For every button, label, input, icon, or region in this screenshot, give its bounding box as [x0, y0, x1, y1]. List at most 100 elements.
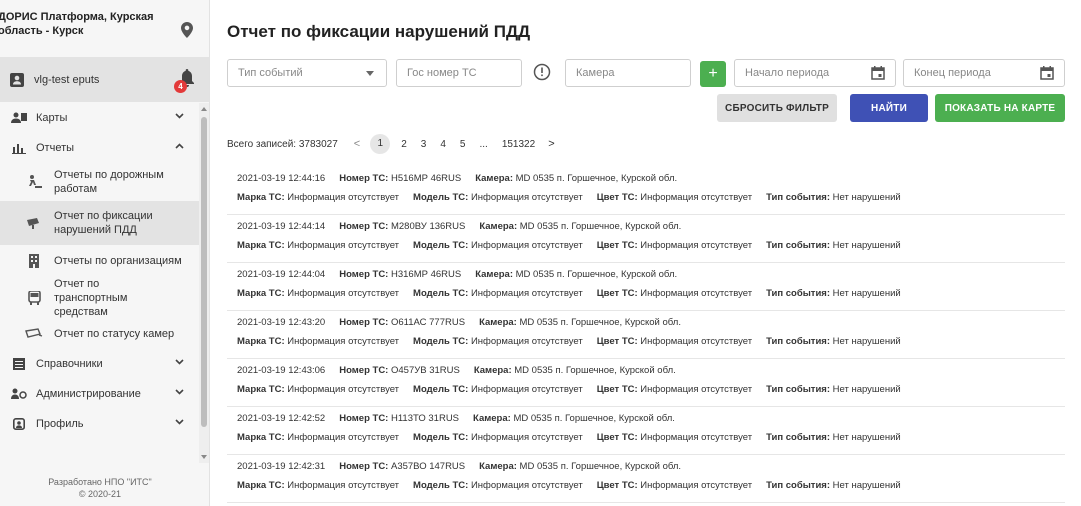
event-type-label: Тип события: — [766, 192, 831, 203]
sidebar-item-label: Отчеты — [36, 142, 75, 154]
scroll-down-arrow-icon[interactable] — [201, 455, 207, 459]
footer-developer: Разработано НПО "ИТС" — [48, 477, 152, 487]
camera-placeholder: Камера — [576, 67, 615, 79]
record-color: Информация отсутствует — [640, 288, 753, 299]
event-type-label: Тип события: — [766, 240, 831, 251]
map-pin-icon[interactable] — [181, 22, 193, 38]
record-datetime: 2021-03-19 12:43:06 — [237, 365, 326, 376]
page-button[interactable]: 5 — [460, 139, 466, 150]
period-start-input[interactable]: Начало периода — [734, 59, 896, 87]
scrollbar-thumb[interactable] — [201, 117, 207, 427]
record-model: Информация отсутствует — [470, 432, 583, 443]
page-button[interactable]: 1 — [370, 134, 391, 154]
record-event: Нет нарушений — [832, 480, 901, 491]
sidebar-item-road-works-reports[interactable]: Отчеты по дорожным работам — [0, 163, 200, 201]
record-brand: Информация отсутствует — [287, 288, 400, 299]
chevron-up-icon — [175, 143, 184, 149]
prev-page-button[interactable]: < — [354, 138, 360, 150]
brand-label: Марка ТС: — [237, 480, 285, 491]
record-camera: MD 0535 п. Горшечное, Курской обл. — [515, 269, 678, 280]
plate-label: Номер ТС: — [339, 269, 389, 280]
sidebar-item-label: Карты — [36, 112, 68, 124]
sidebar-item-reports[interactable]: Отчеты — [0, 133, 200, 163]
record-color: Информация отсутствует — [640, 480, 753, 491]
record-model: Информация отсутствует — [470, 480, 583, 491]
main-content: Отчет по фиксации нарушений ПДД Тип собы… — [210, 0, 1081, 506]
record-camera: MD 0535 п. Горшечное, Курской обл. — [519, 317, 681, 328]
record-color: Информация отсутствует — [640, 384, 753, 395]
sidebar-item-administration[interactable]: Администрирование — [0, 379, 200, 409]
find-button[interactable]: НАЙТИ — [850, 94, 928, 122]
camera-label: Камера: — [473, 365, 512, 376]
camera-label: Камера: — [479, 461, 517, 472]
color-label: Цвет ТС: — [596, 480, 638, 491]
color-label: Цвет ТС: — [596, 240, 638, 251]
sidebar-item-directories[interactable]: Справочники — [0, 349, 200, 379]
record-brand: Информация отсутствует — [287, 336, 400, 347]
record-color: Информация отсутствует — [640, 240, 753, 251]
user-row[interactable]: vlg-test eputs 4 — [0, 57, 209, 102]
list-item[interactable]: 2021-03-19 12:42:31 Номер ТС: А357ВО 147R… — [227, 455, 1065, 503]
event-type-select[interactable]: Тип событий — [227, 59, 387, 87]
add-camera-button[interactable]: + — [700, 61, 726, 87]
plate-number-input[interactable]: Гос номер ТС — [396, 59, 522, 87]
sidebar-item-profile[interactable]: Профиль — [0, 409, 200, 439]
scroll-up-arrow-icon[interactable] — [201, 107, 207, 111]
sidebar-scrollbar[interactable] — [199, 103, 209, 463]
sidebar-item-label: Отчет по статусу камер — [54, 328, 175, 340]
brand-title: ДОРИС Платформа, Курская область - Курск — [0, 11, 154, 37]
record-model: Информация отсутствует — [470, 384, 583, 395]
brand-label: Марка ТС: — [237, 288, 285, 299]
camera-input[interactable]: Камера — [565, 59, 691, 87]
show-on-map-button[interactable]: ПОКАЗАТЬ НА КАРТЕ — [935, 94, 1065, 122]
sidebar-item-maps[interactable]: Карты — [0, 103, 200, 133]
color-label: Цвет ТС: — [596, 336, 638, 347]
next-page-button[interactable]: > — [548, 138, 554, 150]
sidebar-item-vehicles-report[interactable]: Отчет по транспортным средствам — [0, 277, 200, 319]
list-item[interactable]: 2021-03-19 12:44:16 Номер ТС: Н516МР 46RU… — [227, 167, 1065, 215]
record-color: Информация отсутствует — [640, 336, 753, 347]
event-type-placeholder: Тип событий — [238, 67, 303, 79]
record-datetime: 2021-03-19 12:42:31 — [237, 461, 326, 472]
list-item[interactable]: 2021-03-19 12:43:06 Номер ТС: О457УВ 31RU… — [227, 359, 1065, 407]
record-datetime: 2021-03-19 12:44:14 — [237, 221, 326, 232]
list-item[interactable]: 2021-03-19 12:44:04 Номер ТС: Н316МР 46RU… — [227, 263, 1065, 311]
record-camera: MD 0535 п. Горшечное, Курской обл. — [515, 173, 678, 184]
dropdown-caret-icon — [366, 71, 374, 76]
period-end-placeholder: Конец периода — [914, 67, 991, 79]
record-plate: О457УВ 31RUS — [390, 365, 460, 376]
sidebar-item-camera-status-report[interactable]: Отчет по статусу камер — [0, 319, 200, 349]
record-model: Информация отсутствует — [470, 336, 583, 347]
bar-chart-icon — [10, 142, 28, 154]
page-button[interactable]: 2 — [401, 139, 407, 150]
calendar-icon[interactable] — [871, 66, 885, 80]
page-button[interactable]: 3 — [421, 139, 427, 150]
record-model: Информация отсутствует — [470, 192, 583, 203]
list-item[interactable]: 2021-03-19 12:44:14 Номер ТС: М280ВУ 136R… — [227, 215, 1065, 263]
period-end-input[interactable]: Конец периода — [903, 59, 1065, 87]
plate-label: Номер ТС: — [339, 413, 389, 424]
calendar-icon[interactable] — [1040, 66, 1054, 80]
sidebar-item-traffic-violations-report[interactable]: Отчет по фиксации нарушений ПДД — [0, 201, 200, 245]
list-item[interactable]: 2021-03-19 12:42:52 Номер ТС: Н113ТО 31RU… — [227, 407, 1065, 455]
record-plate: М280ВУ 136RUS — [390, 221, 466, 232]
notification-badge: 4 — [174, 80, 187, 93]
record-brand: Информация отсутствует — [287, 192, 400, 203]
sidebar-item-organizations-reports[interactable]: Отчеты по организациям — [0, 245, 200, 277]
page-button[interactable]: 151322 — [502, 139, 535, 150]
info-icon[interactable] — [533, 63, 551, 81]
record-plate: Н516МР 46RUS — [390, 173, 462, 184]
plate-label: Номер ТС: — [339, 173, 389, 184]
model-label: Модель ТС: — [413, 480, 469, 491]
event-type-label: Тип события: — [766, 336, 831, 347]
camera-icon — [24, 216, 44, 230]
records-list: 2021-03-19 12:44:16 Номер ТС: Н516МР 46RU… — [227, 167, 1065, 503]
page-ellipsis: ... — [479, 138, 488, 150]
record-event: Нет нарушений — [832, 240, 901, 251]
brand-label: Марка ТС: — [237, 432, 285, 443]
page-button[interactable]: 4 — [440, 139, 446, 150]
list-item[interactable]: 2021-03-19 12:43:20 Номер ТС: О611АС 777R… — [227, 311, 1065, 359]
reset-filter-button[interactable]: СБРОСИТЬ ФИЛЬТР — [717, 94, 837, 122]
record-brand: Информация отсутствует — [287, 240, 400, 251]
sidebar-footer: Разработано НПО "ИТС" © 2020-21 — [0, 466, 200, 506]
